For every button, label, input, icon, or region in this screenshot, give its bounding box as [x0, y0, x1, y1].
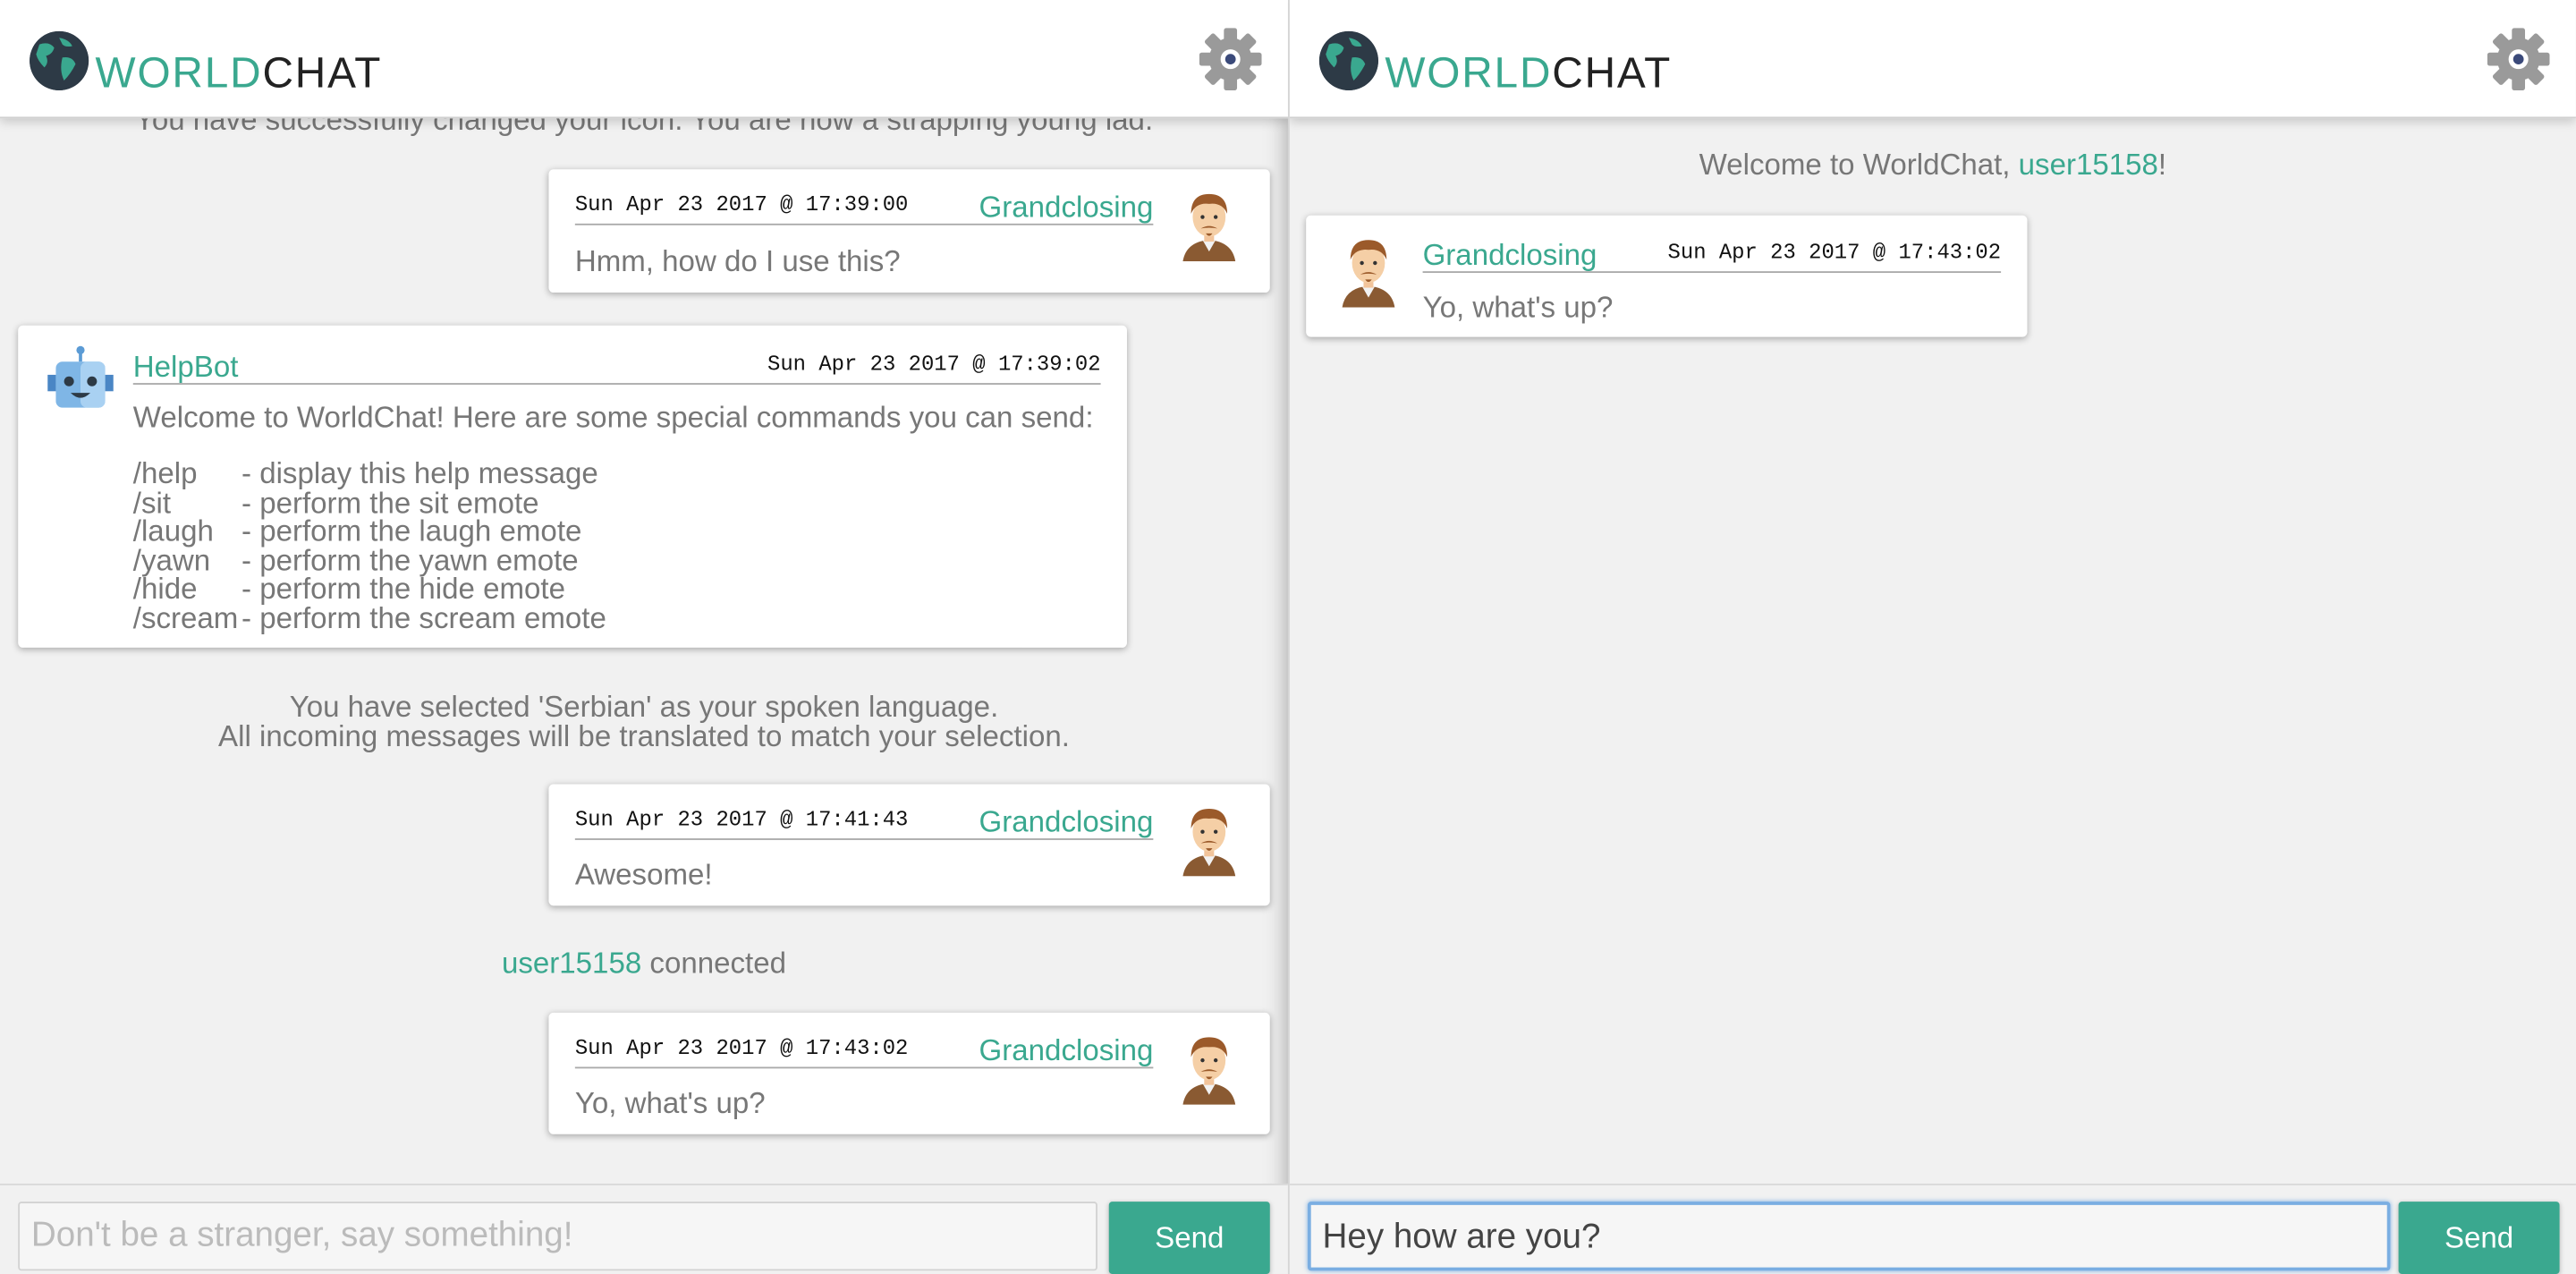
system-message-language: You have selected 'Serbian' as your spok…: [0, 692, 1288, 752]
command-name: /yawn: [132, 543, 211, 577]
command-row: /yawn - perform the yawn emote: [132, 543, 606, 577]
command-desc: - perform the hide emote: [241, 572, 566, 606]
worldchat-logo: WORLDCHAT: [1318, 28, 1672, 94]
system-message-welcome: Welcome to WorldChat, user15158!: [1290, 149, 2576, 179]
brand-world: WORLD: [95, 47, 263, 98]
command-name: /scream: [132, 600, 239, 634]
send-button[interactable]: Send: [1108, 1202, 1270, 1274]
app-screen: You have successfully changed your icon.…: [0, 0, 2576, 1274]
brand-chat: CHAT: [262, 47, 383, 98]
message-text: Yo, what's up?: [1422, 291, 1614, 324]
message-author[interactable]: Grandclosing: [979, 191, 1154, 224]
command-desc: - perform the scream emote: [241, 600, 606, 634]
message-timestamp: Sun Apr 23 2017 @ 17:39:00: [574, 191, 909, 217]
message-composer: Don't be a stranger, say something! Send: [0, 1183, 1288, 1274]
brand-wordmark: WORLDCHAT: [96, 51, 383, 94]
welcome-username[interactable]: user15158: [2019, 148, 2158, 181]
message-text: Awesome!: [574, 858, 713, 891]
system-message-connected: user15158 connected: [0, 948, 1288, 978]
brand-chat: CHAT: [1552, 47, 1673, 98]
message-input[interactable]: Don't be a stranger, say something!: [18, 1202, 1097, 1271]
message-input[interactable]: Hey how are you?: [1308, 1202, 2391, 1271]
message-card-own: Sun Apr 23 2017 @ 17:43:02 Grandclosing …: [548, 1012, 1270, 1134]
chat-pane-left: You have successfully changed your icon.…: [0, 0, 1288, 1274]
user-avatar-icon[interactable]: [1176, 186, 1241, 262]
robot-avatar-icon[interactable]: [41, 345, 120, 414]
command-row: /hide - perform the hide emote: [132, 572, 606, 606]
command-desc: - perform the laugh emote: [241, 514, 582, 548]
command-desc: - perform the sit emote: [241, 485, 539, 519]
command-row: /scream - perform the scream emote: [132, 600, 606, 634]
command-name: /hide: [132, 572, 198, 606]
message-timestamp: Sun Apr 23 2017 @ 17:43:02: [1667, 240, 2002, 265]
message-timestamp: Sun Apr 23 2017 @ 17:43:02: [574, 1035, 909, 1061]
message-list[interactable]: Welcome to WorldChat, user15158! Grandcl…: [1290, 0, 2576, 1184]
command-row: /laugh - perform the laugh emote: [132, 514, 606, 548]
message-text: Yo, what's up?: [574, 1086, 766, 1120]
app-header: WORLDCHAT: [0, 0, 1288, 119]
settings-gear-icon[interactable]: [1199, 28, 1262, 91]
message-text: Hmm, how do I use this?: [574, 244, 901, 278]
command-row: /help - display this help message: [132, 456, 606, 490]
message-author[interactable]: Grandclosing: [1423, 238, 1597, 271]
message-composer: Hey how are you? Send: [1289, 1183, 2576, 1274]
message-timestamp: Sun Apr 23 2017 @ 17:39:02: [767, 352, 1101, 377]
system-text: All incoming messages will be translated…: [218, 719, 1070, 753]
user-avatar-icon[interactable]: [1176, 1029, 1241, 1105]
message-author[interactable]: HelpBot: [133, 350, 239, 383]
command-desc: - perform the yawn emote: [241, 543, 579, 577]
brand-world: WORLD: [1385, 47, 1553, 98]
command-name: /help: [132, 456, 198, 490]
send-button[interactable]: Send: [2398, 1202, 2560, 1274]
message-timestamp: Sun Apr 23 2017 @ 17:41:43: [574, 807, 909, 832]
message-card-own: Sun Apr 23 2017 @ 17:39:00 Grandclosing …: [548, 169, 1270, 293]
user-avatar-icon[interactable]: [1176, 801, 1241, 877]
app-header: WORLDCHAT: [1289, 0, 2576, 119]
message-author[interactable]: Grandclosing: [979, 805, 1154, 838]
message-list[interactable]: You have successfully changed your icon.…: [0, 0, 1288, 1184]
worldchat-logo: WORLDCHAT: [30, 28, 383, 94]
message-author[interactable]: Grandclosing: [979, 1034, 1154, 1067]
globe-icon: [1318, 30, 1378, 91]
system-text: !: [2157, 148, 2167, 182]
helpbot-intro: Welcome to WorldChat! Here are some spec…: [132, 401, 1094, 435]
system-text: Welcome to WorldChat,: [1699, 148, 2019, 182]
message-card-helpbot: HelpBot Sun Apr 23 2017 @ 17:39:02 Welco…: [18, 325, 1127, 648]
globe-icon: [30, 30, 89, 91]
command-name: /sit: [132, 485, 172, 519]
connected-username[interactable]: user15158: [502, 947, 641, 980]
command-desc: - display this help message: [241, 456, 598, 490]
message-card-incoming: Grandclosing Sun Apr 23 2017 @ 17:43:02 …: [1306, 215, 2028, 337]
settings-gear-icon[interactable]: [2487, 28, 2550, 91]
system-text: You have selected 'Serbian' as your spok…: [289, 690, 999, 724]
user-avatar-icon[interactable]: [1335, 232, 1401, 308]
message-card-own: Sun Apr 23 2017 @ 17:41:43 Grandclosing …: [548, 784, 1270, 906]
system-text: connected: [641, 947, 787, 981]
command-list: /help - display this help message /sit - p…: [132, 456, 606, 634]
command-row: /sit - perform the sit emote: [132, 485, 606, 519]
command-name: /laugh: [132, 514, 214, 548]
brand-wordmark: WORLDCHAT: [1385, 51, 1672, 94]
chat-pane-right: Welcome to WorldChat, user15158! Grandcl…: [1287, 0, 2576, 1274]
